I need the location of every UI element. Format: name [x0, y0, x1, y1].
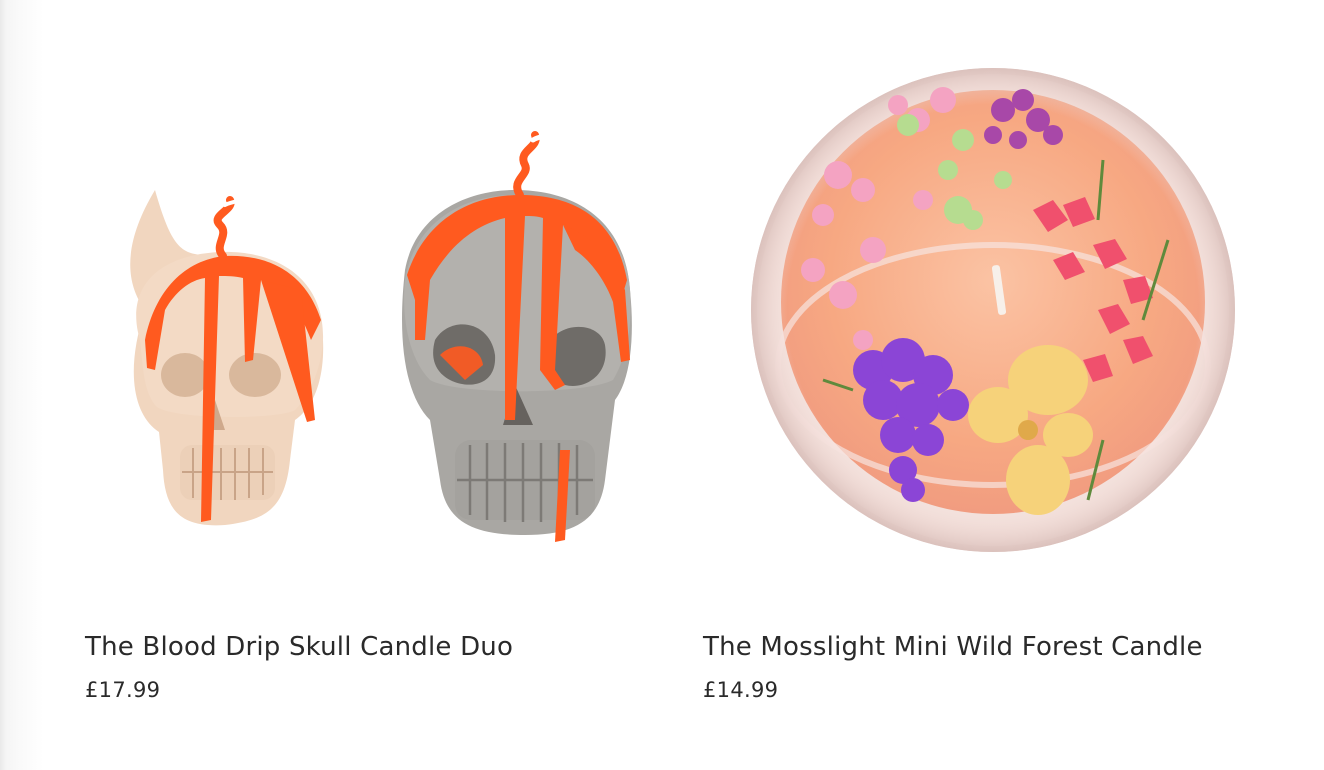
- product-image-mosslight[interactable]: [703, 40, 1263, 580]
- product-title[interactable]: The Blood Drip Skull Candle Duo: [85, 629, 513, 665]
- product-title[interactable]: The Mosslight Mini Wild Forest Candle: [703, 629, 1203, 665]
- skull-candle-icon: [130, 129, 632, 542]
- product-card-mosslight[interactable]: The Mosslight Mini Wild Forest Candle £1…: [703, 0, 1263, 770]
- product-card-skull-duo[interactable]: The Blood Drip Skull Candle Duo £17.99: [85, 0, 645, 770]
- product-price: £14.99: [703, 678, 779, 702]
- product-price: £17.99: [85, 678, 161, 702]
- page-gutter: [0, 0, 44, 770]
- product-image-skull-duo[interactable]: [85, 40, 645, 580]
- product-grid: The Blood Drip Skull Candle Duo £17.99 T…: [0, 0, 1324, 770]
- flower-candle-icon: [751, 68, 1235, 552]
